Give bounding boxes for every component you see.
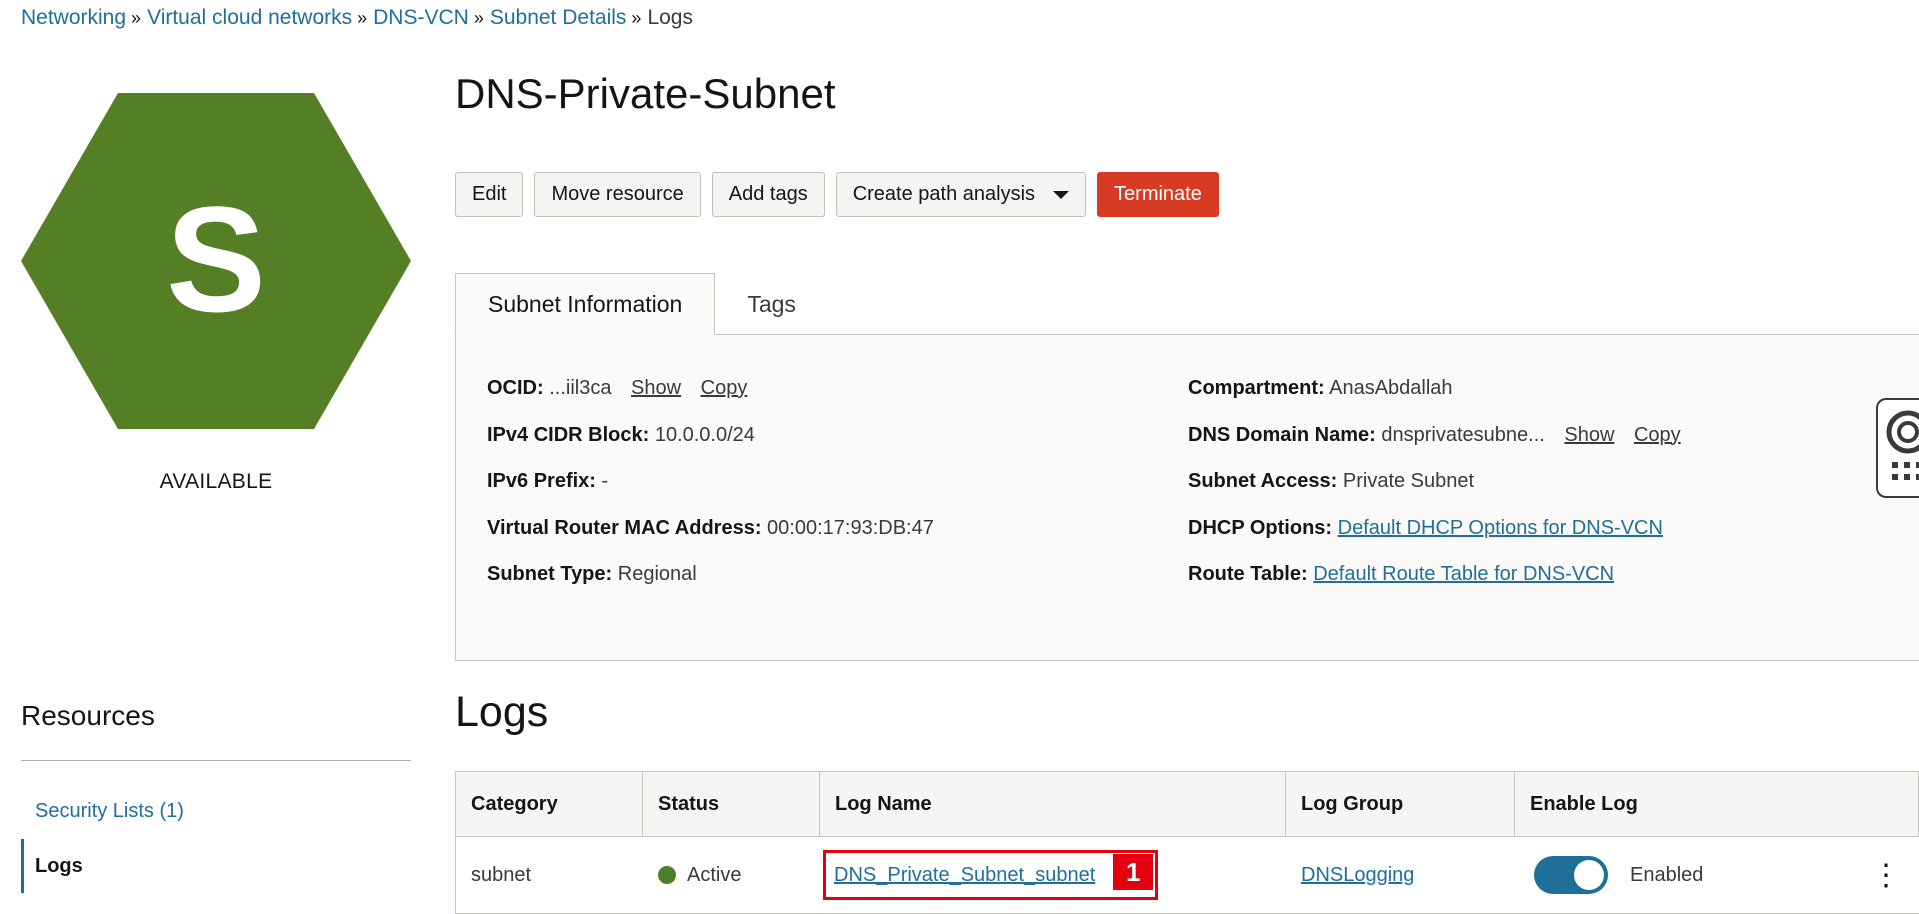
column-header-enable-log[interactable]: Enable Log: [1515, 772, 1919, 836]
sidebar-item-security-lists[interactable]: Security Lists (1): [21, 784, 401, 838]
hexagon-letter: S: [166, 175, 266, 343]
subnet-type-label: Subnet Type:: [487, 563, 613, 585]
column-header-status[interactable]: Status: [643, 772, 820, 836]
compartment-value: AnasAbdallah: [1329, 377, 1453, 399]
action-toolbar: Edit Move resource Add tags Create path …: [455, 172, 1219, 217]
info-column-left: OCID: ...iil3ca Show Copy IPv4 CIDR Bloc…: [487, 377, 934, 610]
dns-show-link[interactable]: Show: [1564, 424, 1614, 446]
logs-table: Category Status Log Name Log Group Enabl…: [455, 771, 1919, 914]
breadcrumb-subnet-details[interactable]: Subnet Details: [490, 6, 627, 29]
annotation-highlight-box: DNS_Private_Subnet_subnet 1: [823, 850, 1159, 900]
detail-tabs: Subnet Information Tags: [455, 273, 828, 335]
dns-domain-value: dnsprivatesubne...: [1381, 423, 1545, 446]
ipv6-label: IPv6 Prefix:: [487, 470, 596, 492]
column-header-log-name[interactable]: Log Name: [820, 772, 1286, 836]
move-resource-button[interactable]: Move resource: [534, 172, 701, 217]
subnet-hexagon-icon: S: [21, 93, 411, 429]
annotation-step-badge: 1: [1113, 854, 1154, 890]
dhcp-options-row: DHCP Options: Default DHCP Options for D…: [1188, 517, 1681, 564]
ocid-label: OCID:: [487, 377, 544, 399]
ocid-value: ...iil3ca: [549, 377, 612, 399]
route-table-row: Route Table: Default Route Table for DNS…: [1188, 563, 1681, 610]
create-path-analysis-button[interactable]: Create path analysis: [835, 172, 1087, 217]
tab-tags[interactable]: Tags: [715, 273, 828, 335]
info-column-right: Compartment: AnasAbdallah DNS Domain Nam…: [1188, 377, 1681, 610]
dns-domain-label: DNS Domain Name:: [1188, 423, 1376, 446]
breadcrumb-separator: »: [357, 8, 368, 28]
cell-enable-log: Enabled: [1515, 837, 1919, 913]
ipv6-row: IPv6 Prefix: -: [487, 470, 934, 517]
mac-label: Virtual Router MAC Address:: [487, 516, 762, 539]
table-row: subnet Active DNS_Private_Subnet_subnet …: [456, 836, 1919, 913]
subnet-access-row: Subnet Access: Private Subnet: [1188, 470, 1681, 517]
subnet-access-label: Subnet Access:: [1188, 470, 1338, 492]
subnet-type-value: Regional: [617, 563, 697, 585]
resources-divider: [21, 760, 411, 761]
compartment-row: Compartment: AnasAbdallah: [1188, 377, 1681, 424]
enable-log-toggle[interactable]: [1534, 856, 1608, 894]
enable-log-label: Enabled: [1630, 863, 1704, 886]
ipv4-label: IPv4 CIDR Block:: [487, 423, 650, 446]
breadcrumb-separator: »: [473, 8, 484, 28]
row-actions-kebab-icon[interactable]: ⋮: [1871, 837, 1901, 913]
sidebar-item-logs[interactable]: Logs: [21, 839, 401, 893]
ipv4-row: IPv4 CIDR Block: 10.0.0.0/24: [487, 424, 934, 471]
add-tags-button[interactable]: Add tags: [711, 172, 825, 217]
mac-row: Virtual Router MAC Address: 00:00:17:93:…: [487, 517, 934, 564]
chevron-down-icon: [1053, 190, 1070, 199]
help-widget[interactable]: [1876, 398, 1919, 498]
mac-value: 00:00:17:93:DB:47: [767, 516, 934, 539]
ipv4-value: 10.0.0.0/24: [654, 423, 755, 446]
dhcp-options-label: DHCP Options:: [1188, 516, 1333, 539]
help-lifebuoy-icon: [1886, 410, 1919, 480]
breadcrumb-separator: »: [631, 8, 642, 28]
breadcrumb: Networking» Virtual cloud networks» DNS-VC…: [21, 6, 693, 30]
tab-subnet-information[interactable]: Subnet Information: [455, 273, 716, 335]
column-header-log-group[interactable]: Log Group: [1286, 772, 1515, 836]
status-label: Active: [687, 863, 742, 886]
route-table-label: Route Table:: [1188, 563, 1308, 585]
breadcrumb-current: Logs: [647, 6, 693, 29]
cell-category: subnet: [471, 863, 532, 886]
dns-domain-row: DNS Domain Name: dnsprivatesubne... Show…: [1188, 424, 1681, 471]
logs-section-title: Logs: [455, 688, 549, 736]
cell-log-name: DNS_Private_Subnet_subnet 1: [820, 837, 1286, 913]
edit-button[interactable]: Edit: [455, 172, 524, 217]
breadcrumb-separator: »: [131, 8, 142, 28]
breadcrumb-virtual-cloud-networks[interactable]: Virtual cloud networks: [147, 6, 352, 29]
cell-status: Active: [643, 837, 820, 913]
subnet-access-value: Private Subnet: [1342, 470, 1475, 492]
ocid-copy-link[interactable]: Copy: [701, 377, 748, 399]
ocid-show-link[interactable]: Show: [631, 377, 681, 399]
resource-status: AVAILABLE: [159, 470, 273, 493]
cell-log-group: DNSLogging: [1286, 837, 1515, 913]
table-header: Category Status Log Name Log Group Enabl…: [456, 772, 1919, 836]
breadcrumb-dns-vcn[interactable]: DNS-VCN: [373, 6, 469, 29]
subnet-type-row: Subnet Type: Regional: [487, 563, 934, 610]
create-path-analysis-label: Create path analysis: [852, 183, 1036, 205]
page-title: DNS-Private-Subnet: [455, 70, 836, 117]
dns-copy-link[interactable]: Copy: [1634, 424, 1681, 446]
log-name-link[interactable]: DNS_Private_Subnet_subnet: [834, 864, 1095, 887]
column-header-category[interactable]: Category: [456, 772, 643, 836]
log-group-link[interactable]: DNSLogging: [1301, 864, 1414, 887]
toggle-knob: [1574, 860, 1604, 890]
compartment-label: Compartment:: [1188, 377, 1325, 399]
resources-title: Resources: [21, 700, 155, 731]
dhcp-options-link[interactable]: Default DHCP Options for DNS-VCN: [1338, 517, 1663, 539]
ocid-row: OCID: ...iil3ca Show Copy: [487, 377, 934, 424]
subnet-information-panel: OCID: ...iil3ca Show Copy IPv4 CIDR Bloc…: [455, 334, 1919, 661]
breadcrumb-networking[interactable]: Networking: [21, 6, 126, 29]
terminate-button[interactable]: Terminate: [1097, 172, 1219, 217]
status-active-dot-icon: [658, 866, 676, 884]
ipv6-value: -: [601, 470, 609, 492]
route-table-link[interactable]: Default Route Table for DNS-VCN: [1313, 563, 1614, 585]
